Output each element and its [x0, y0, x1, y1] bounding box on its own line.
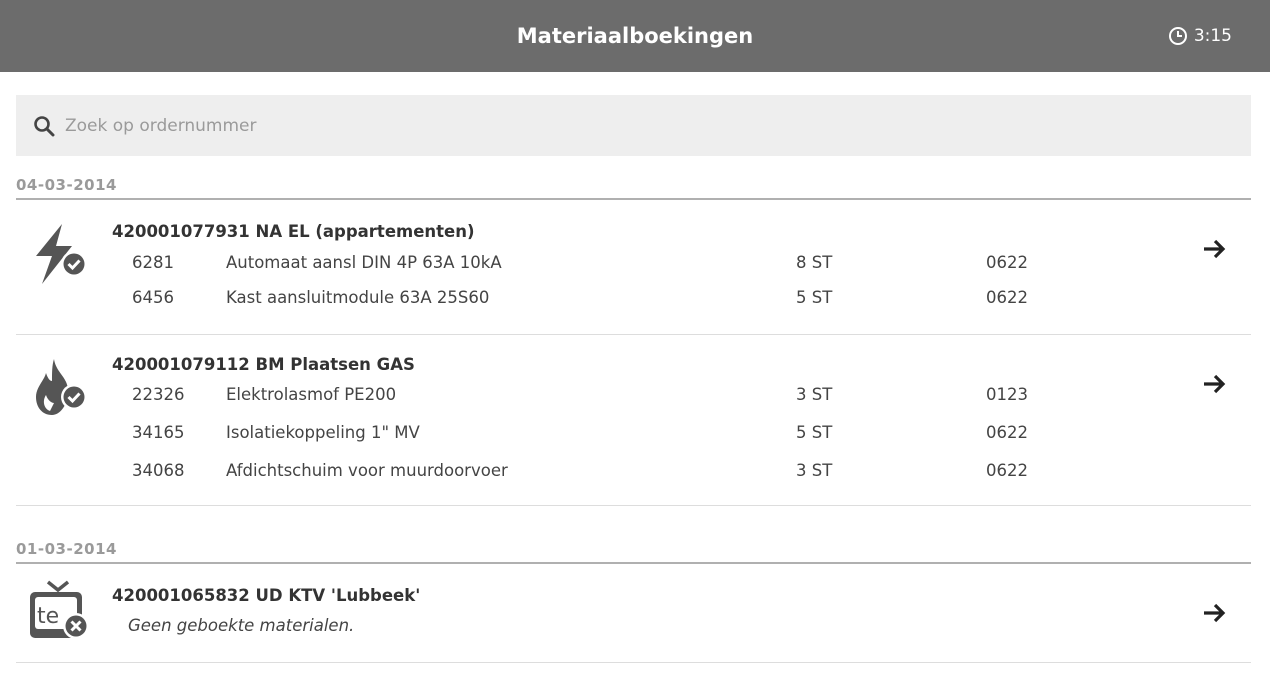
- material-ref: 0622: [986, 423, 1028, 442]
- material-quantity: 8 ST: [796, 253, 833, 272]
- order-title: 420001077931 NA EL (appartementen): [112, 222, 475, 241]
- arrow-right-icon[interactable]: [1201, 371, 1227, 397]
- material-description: Isolatiekoppeling 1" MV: [226, 423, 420, 442]
- search-icon: [34, 115, 55, 136]
- material-description: Afdichtschuim voor muurdoorvoer: [226, 461, 508, 480]
- date-header: 01-03-2014: [16, 540, 1251, 564]
- order-item[interactable]: te 420001065832 UD KTV 'Lubbeek' Geen ge…: [16, 564, 1251, 663]
- material-code: 34068: [132, 461, 185, 480]
- material-description: Automaat aansl DIN 4P 63A 10kA: [226, 253, 502, 272]
- material-quantity: 5 ST: [796, 423, 833, 442]
- clock: 3:15: [1168, 0, 1232, 72]
- order-title: 420001065832 UD KTV 'Lubbeek': [112, 586, 421, 605]
- search-bar: [16, 95, 1251, 156]
- material-description: Elektrolasmof PE200: [226, 385, 397, 404]
- order-item[interactable]: 420001077931 NA EL (appartementen) 6281 …: [16, 200, 1251, 335]
- material-ref: 0622: [986, 288, 1028, 307]
- search-input[interactable]: [63, 114, 1167, 137]
- svg-text:te: te: [37, 604, 59, 629]
- no-materials-text: Geen geboekte materialen.: [128, 616, 355, 635]
- material-ref: 0622: [986, 461, 1028, 480]
- arrow-right-icon[interactable]: [1201, 236, 1227, 262]
- electricity-check-icon: [36, 224, 87, 284]
- page-title: Materiaalboekingen: [516, 24, 754, 48]
- arrow-right-icon[interactable]: [1201, 600, 1227, 626]
- material-code: 22326: [132, 385, 185, 404]
- clock-time: 3:15: [1193, 26, 1232, 46]
- clock-icon: [1168, 27, 1187, 45]
- material-description: Kast aansluitmodule 63A 25S60: [226, 288, 490, 307]
- material-ref: 0123: [986, 385, 1028, 404]
- date-header: 04-03-2014: [16, 176, 1251, 200]
- material-code: 34165: [132, 423, 185, 442]
- order-title: 420001079112 BM Plaatsen GAS: [112, 355, 415, 374]
- tv-tele-cross-icon: te: [30, 580, 89, 639]
- material-ref: 0622: [986, 253, 1028, 272]
- material-code: 6281: [132, 253, 174, 272]
- top-bar: Materiaalboekingen 3:15: [0, 0, 1270, 72]
- material-code: 6456: [132, 288, 174, 307]
- order-item[interactable]: 420001079112 BM Plaatsen GAS 22326 Elekt…: [16, 335, 1251, 506]
- material-quantity: 3 ST: [796, 461, 833, 480]
- material-quantity: 3 ST: [796, 385, 833, 404]
- material-quantity: 5 ST: [796, 288, 833, 307]
- gas-flame-check-icon: [36, 359, 87, 415]
